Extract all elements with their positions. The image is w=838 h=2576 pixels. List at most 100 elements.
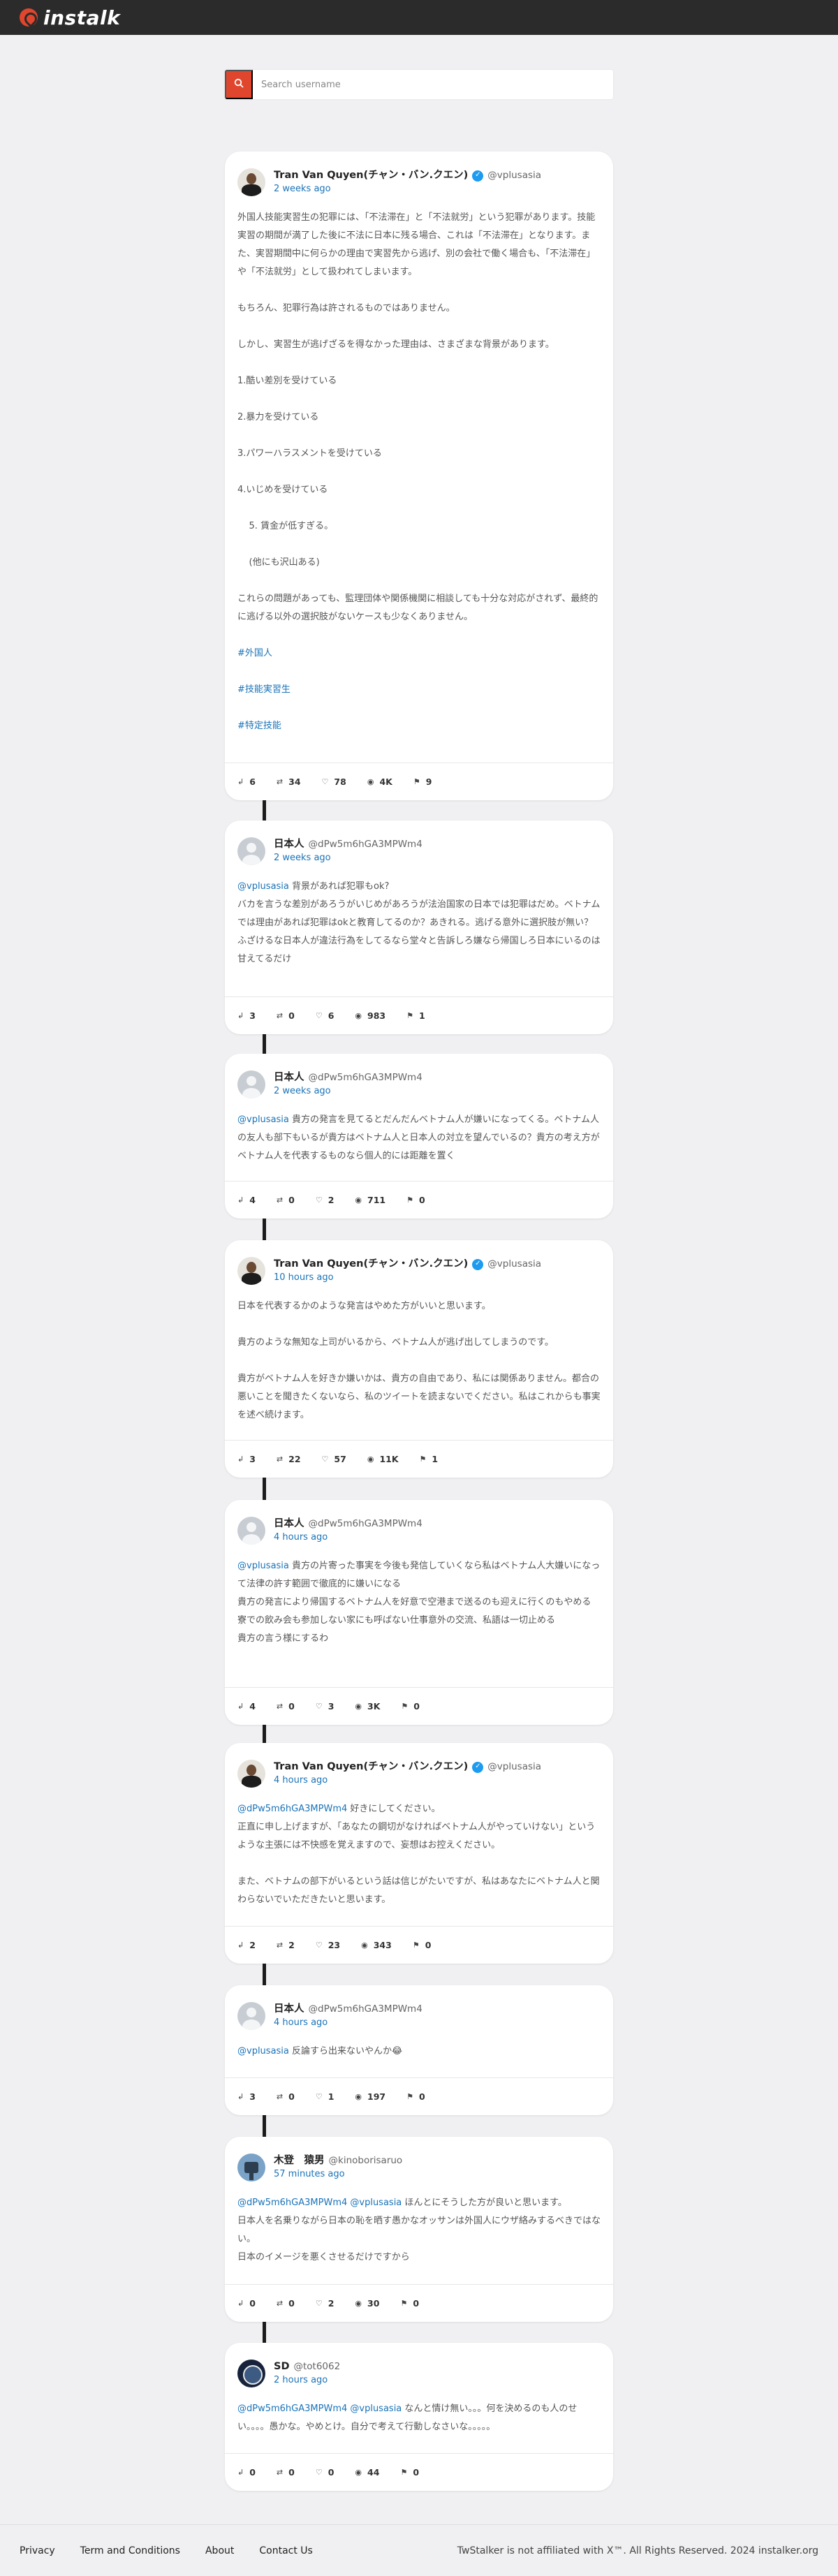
stat-bookmark[interactable]: ⚑ 0: [400, 2467, 419, 2478]
author-handle[interactable]: @dPw5m6hGA3MPWm4: [309, 2003, 422, 2017]
author-handle[interactable]: @vplusasia: [487, 1258, 541, 1272]
stat-like[interactable]: ♡ 6: [316, 1010, 335, 1021]
author-name[interactable]: Tran Van Quyen(チャン・バン.クエン): [274, 1760, 468, 1774]
stat-retweet[interactable]: ⇄ 0: [277, 2298, 295, 2309]
tweet-timestamp[interactable]: 4 hours ago: [274, 1531, 422, 1545]
stat-like[interactable]: ♡ 3: [316, 1701, 335, 1712]
mention-link[interactable]: @vplusasia: [237, 1114, 292, 1125]
stat-retweet[interactable]: ⇄ 34: [277, 777, 301, 787]
tweet-text-line: @dPw5m6hGA3MPWm4 @vplusasia なんと情け無い。。。何を…: [237, 2404, 578, 2432]
author-name[interactable]: SD: [274, 2360, 289, 2374]
avatar[interactable]: [237, 1070, 265, 1098]
stat-like[interactable]: ♡ 23: [316, 1940, 340, 1950]
stat-bookmark[interactable]: ⚑ 0: [401, 1701, 420, 1712]
hashtag-link[interactable]: #特定技能: [237, 717, 601, 735]
footer-link-about[interactable]: About: [205, 2545, 234, 2556]
tweet-stats: ↲ 0 ⇄ 0 ♡ 0 ◉ 44 ⚑ 0: [225, 2453, 613, 2491]
stat-view[interactable]: ◉ 983: [355, 1010, 385, 1021]
tweet-timestamp[interactable]: 2 weeks ago: [274, 183, 541, 196]
stat-reply[interactable]: ↲ 3: [237, 1454, 256, 1464]
stat-reply[interactable]: ↲ 4: [237, 1701, 256, 1712]
avatar[interactable]: [237, 837, 265, 865]
hashtag-link[interactable]: #技能実習生: [237, 681, 601, 699]
avatar[interactable]: [237, 2002, 265, 2030]
hashtag-link[interactable]: #外国人: [237, 645, 601, 663]
author-name[interactable]: 木登 猿男: [274, 2154, 325, 2168]
stat-reply[interactable]: ↲ 0: [237, 2467, 256, 2478]
avatar[interactable]: [237, 1257, 265, 1285]
tweet-timestamp[interactable]: 57 minutes ago: [274, 2168, 402, 2181]
author-handle[interactable]: @dPw5m6hGA3MPWm4: [309, 1071, 422, 1085]
stat-like[interactable]: ♡ 2: [316, 2298, 335, 2309]
avatar[interactable]: [237, 1517, 265, 1545]
stat-like[interactable]: ♡ 57: [322, 1454, 346, 1464]
mention-link[interactable]: @vplusasia: [237, 881, 292, 892]
footer-link-contact[interactable]: Contact Us: [259, 2545, 312, 2556]
stat-retweet[interactable]: ⇄ 0: [277, 2091, 295, 2102]
author-handle[interactable]: @kinoborisaruo: [329, 2154, 403, 2168]
footer-link-privacy[interactable]: Privacy: [20, 2545, 55, 2556]
stat-retweet[interactable]: ⇄ 0: [277, 2467, 295, 2478]
author-name[interactable]: 日本人: [274, 2002, 304, 2017]
mention-link[interactable]: @dPw5m6hGA3MPWm4 @vplusasia: [237, 2404, 404, 2414]
stat-like[interactable]: ♡ 78: [322, 777, 346, 787]
stat-view[interactable]: ◉ 30: [355, 2298, 379, 2309]
stat-view[interactable]: ◉ 3K: [355, 1701, 380, 1712]
stat-view[interactable]: ◉ 11K: [367, 1454, 399, 1464]
stat-retweet[interactable]: ⇄ 0: [277, 1195, 295, 1205]
search-button[interactable]: [225, 70, 253, 99]
stat-bookmark[interactable]: ⚑ 0: [406, 1195, 425, 1205]
stat-reply[interactable]: ↲ 3: [237, 1010, 256, 1021]
search-input[interactable]: [253, 70, 613, 99]
author-handle[interactable]: @vplusasia: [487, 1760, 541, 1774]
author-name[interactable]: 日本人: [274, 1070, 304, 1085]
stat-view[interactable]: ◉ 711: [355, 1195, 385, 1205]
stat-view[interactable]: ◉ 197: [355, 2091, 385, 2102]
tweet-timestamp[interactable]: 2 weeks ago: [274, 1085, 422, 1098]
mention-link[interactable]: @dPw5m6hGA3MPWm4: [237, 1804, 350, 1814]
mention-link[interactable]: @vplusasia: [237, 1561, 292, 1571]
tweet-timestamp[interactable]: 2 weeks ago: [274, 852, 422, 865]
author-name[interactable]: 日本人: [274, 1517, 304, 1531]
stat-bookmark[interactable]: ⚑ 0: [406, 2091, 425, 2102]
stat-reply[interactable]: ↲ 4: [237, 1195, 256, 1205]
stat-reply[interactable]: ↲ 3: [237, 2091, 256, 2102]
author-handle[interactable]: @tot6062: [293, 2360, 340, 2374]
avatar[interactable]: [237, 2360, 265, 2387]
stat-like[interactable]: ♡ 0: [316, 2467, 335, 2478]
author-handle[interactable]: @dPw5m6hGA3MPWm4: [309, 838, 422, 852]
footer-link-terms[interactable]: Term and Conditions: [80, 2545, 180, 2556]
stat-bookmark[interactable]: ⚑ 0: [400, 2298, 419, 2309]
avatar[interactable]: [237, 1760, 265, 1788]
site-logo[interactable]: instalk: [20, 6, 120, 29]
mention-link[interactable]: @dPw5m6hGA3MPWm4 @vplusasia: [237, 2198, 404, 2208]
stat-retweet[interactable]: ⇄ 0: [277, 1701, 295, 1712]
stat-retweet[interactable]: ⇄ 22: [277, 1454, 301, 1464]
stat-bookmark[interactable]: ⚑ 1: [406, 1010, 425, 1021]
stat-view[interactable]: ◉ 44: [355, 2467, 379, 2478]
mention-link[interactable]: @vplusasia: [237, 2046, 292, 2056]
tweet-timestamp[interactable]: 4 hours ago: [274, 1774, 541, 1788]
tweet-timestamp[interactable]: 2 hours ago: [274, 2374, 340, 2387]
author-name[interactable]: Tran Van Quyen(チャン・バン.クエン): [274, 1257, 468, 1272]
stat-like[interactable]: ♡ 2: [316, 1195, 335, 1205]
author-name[interactable]: 日本人: [274, 837, 304, 852]
stat-reply[interactable]: ↲ 6: [237, 777, 256, 787]
avatar[interactable]: [237, 168, 265, 196]
stat-reply[interactable]: ↲ 2: [237, 1940, 256, 1950]
stat-view[interactable]: ◉ 4K: [367, 777, 392, 787]
stat-view[interactable]: ◉ 343: [361, 1940, 392, 1950]
author-handle[interactable]: @vplusasia: [487, 169, 541, 183]
stat-reply[interactable]: ↲ 0: [237, 2298, 256, 2309]
tweet-timestamp[interactable]: 4 hours ago: [274, 2017, 422, 2030]
author-handle[interactable]: @dPw5m6hGA3MPWm4: [309, 1517, 422, 1531]
stat-bookmark[interactable]: ⚑ 9: [413, 777, 432, 787]
stat-bookmark[interactable]: ⚑ 1: [420, 1454, 439, 1464]
stat-like[interactable]: ♡ 1: [316, 2091, 335, 2102]
avatar[interactable]: [237, 2154, 265, 2181]
stat-bookmark[interactable]: ⚑ 0: [413, 1940, 432, 1950]
stat-retweet[interactable]: ⇄ 0: [277, 1010, 295, 1021]
author-name[interactable]: Tran Van Quyen(チャン・バン.クエン): [274, 168, 468, 183]
stat-retweet[interactable]: ⇄ 2: [277, 1940, 295, 1950]
tweet-timestamp[interactable]: 10 hours ago: [274, 1272, 541, 1285]
